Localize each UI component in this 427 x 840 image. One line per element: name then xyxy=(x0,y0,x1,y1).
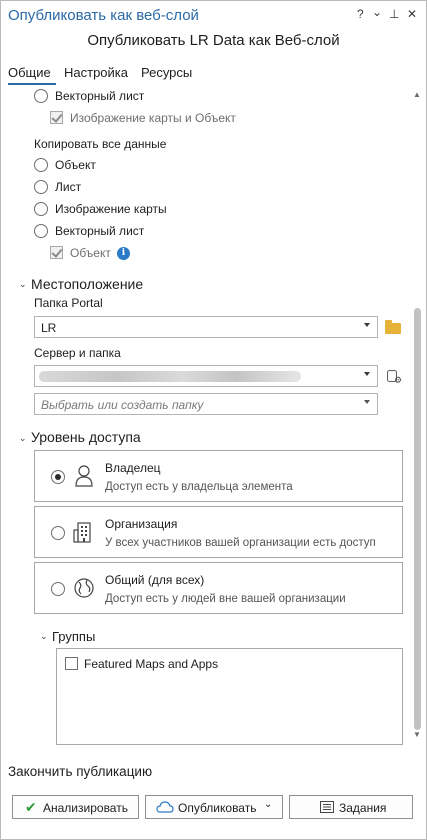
publish-button[interactable]: Опубликовать ⌄ xyxy=(145,795,283,819)
radio-vector-tile-top[interactable] xyxy=(34,89,48,103)
folder-select[interactable]: Выбрать или создать папку xyxy=(34,393,378,415)
chevron-down-icon[interactable]: ⌄ xyxy=(372,5,382,19)
building-icon xyxy=(73,522,91,543)
portal-folder-value: LR xyxy=(41,321,57,335)
radio-tile[interactable] xyxy=(34,180,48,194)
portal-folder-label: Папка Portal xyxy=(34,296,103,310)
server-settings-icon[interactable] xyxy=(387,370,402,386)
public-desc: Доступ есть у людей вне вашей организаци… xyxy=(105,593,346,605)
analyze-label: Анализировать xyxy=(43,801,128,815)
pin-icon[interactable]: ⊥ xyxy=(389,7,399,21)
close-icon[interactable]: ✕ xyxy=(407,7,417,21)
vertical-scrollbar[interactable]: ▲ ▼ xyxy=(412,90,422,740)
chevron-down-icon[interactable]: ⌄ xyxy=(40,631,48,642)
vector-tile-label: Векторный лист xyxy=(55,224,145,238)
radio-feature[interactable] xyxy=(34,158,48,172)
chevron-down-icon[interactable]: ⌄ xyxy=(264,799,272,810)
checkbox-featured-maps[interactable] xyxy=(65,657,78,670)
checkmark-icon: ✔ xyxy=(25,799,37,815)
server-select[interactable] xyxy=(34,365,378,387)
radio-organization[interactable] xyxy=(51,526,65,540)
title-bar: Опубликовать как веб-слой ? ⌄ ⊥ ✕ xyxy=(0,0,427,30)
chevron-down-icon[interactable]: ⌄ xyxy=(19,433,27,444)
folder-icon[interactable] xyxy=(385,320,401,334)
folder-placeholder: Выбрать или создать папку xyxy=(41,398,204,412)
portal-folder-select[interactable]: LR xyxy=(34,316,378,338)
map-image-object-label: Изображение карты и Объект xyxy=(70,111,236,125)
radio-owner[interactable] xyxy=(51,470,65,484)
pane-subtitle: Опубликовать LR Data как Веб-слой xyxy=(87,32,340,49)
tab-active-indicator xyxy=(8,83,56,85)
access-organization-card[interactable]: Организация У всех участников вашей орга… xyxy=(34,506,403,558)
globe-icon xyxy=(74,578,94,598)
owner-desc: Доступ есть у владельца элемента xyxy=(105,481,293,493)
scroll-down-icon[interactable]: ▼ xyxy=(413,730,421,739)
scroll-up-icon[interactable]: ▲ xyxy=(413,90,421,99)
info-icon[interactable]: i xyxy=(117,247,130,260)
copy-all-data-label: Копировать все данные xyxy=(34,137,167,151)
owner-title: Владелец xyxy=(105,461,161,475)
jobs-list-icon xyxy=(320,801,334,813)
object-sub-label: Объект xyxy=(70,246,111,260)
checkbox-map-image-object[interactable] xyxy=(50,111,63,124)
checkbox-object-sub[interactable] xyxy=(50,246,63,259)
analyze-button[interactable]: ✔ Анализировать xyxy=(12,795,139,819)
dropdown-arrow-icon xyxy=(364,372,370,376)
dropdown-arrow-icon xyxy=(364,323,370,327)
tab-general[interactable]: Общие xyxy=(8,65,51,80)
groups-list: Featured Maps and Apps xyxy=(56,648,403,745)
access-section-title: Уровень доступа xyxy=(31,429,141,445)
finish-publishing-title: Закончить публикацию xyxy=(8,764,153,779)
public-title: Общий (для всех) xyxy=(105,573,205,587)
access-owner-card[interactable]: Владелец Доступ есть у владельца элемент… xyxy=(34,450,403,502)
organization-desc: У всех участников вашей организации есть… xyxy=(105,537,376,549)
feature-label: Объект xyxy=(55,158,96,172)
server-folder-label: Сервер и папка xyxy=(34,346,121,360)
person-icon xyxy=(75,465,93,487)
jobs-label: Задания xyxy=(339,801,387,815)
scroll-thumb[interactable] xyxy=(414,308,421,730)
radio-public[interactable] xyxy=(51,582,65,596)
help-icon[interactable]: ? xyxy=(357,7,364,21)
tab-configuration[interactable]: Настройка xyxy=(64,65,128,80)
cloud-icon xyxy=(156,801,174,813)
organization-title: Организация xyxy=(105,517,178,531)
groups-title: Группы xyxy=(52,629,96,644)
publish-label: Опубликовать xyxy=(178,801,257,815)
location-section-title: Местоположение xyxy=(31,276,144,292)
pane-title: Опубликовать как веб-слой xyxy=(8,7,199,24)
tile-label: Лист xyxy=(55,180,82,194)
server-value-redacted xyxy=(39,371,301,382)
radio-vector-tile[interactable] xyxy=(34,224,48,238)
map-image-label: Изображение карты xyxy=(55,202,167,216)
dropdown-arrow-icon xyxy=(364,400,370,404)
vector-tile-top-label: Векторный лист xyxy=(55,89,145,103)
featured-maps-label: Featured Maps and Apps xyxy=(84,657,219,671)
jobs-button[interactable]: Задания xyxy=(289,795,413,819)
tab-content[interactable]: Ресурсы xyxy=(141,65,192,80)
chevron-down-icon[interactable]: ⌄ xyxy=(19,279,27,290)
radio-map-image[interactable] xyxy=(34,202,48,216)
access-public-card[interactable]: Общий (для всех) Доступ есть у людей вне… xyxy=(34,562,403,614)
